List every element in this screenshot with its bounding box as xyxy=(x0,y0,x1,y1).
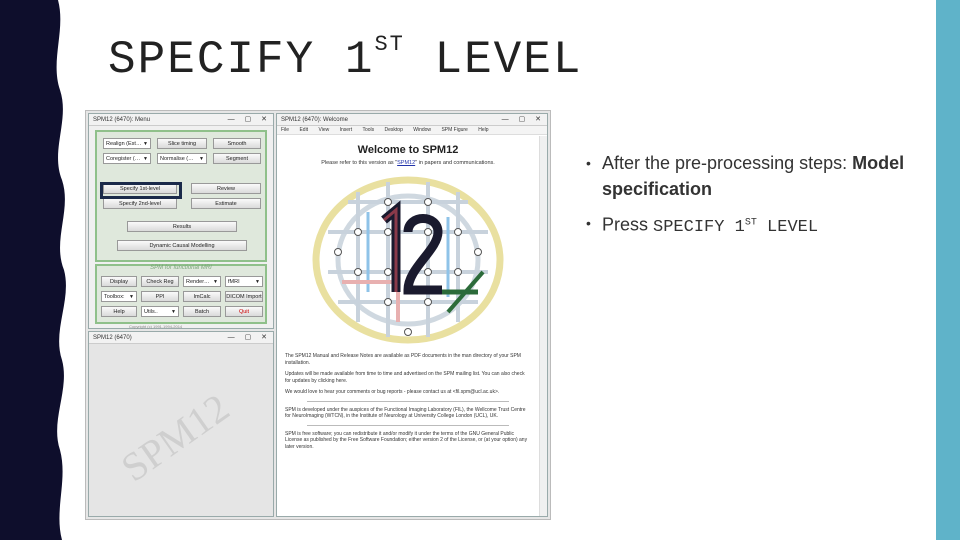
spm12-link[interactable]: SPM12 xyxy=(397,160,415,166)
batch-button[interactable]: Batch xyxy=(183,306,221,317)
spm-welcome-window: SPM12 (6470): Welcome — ▢ ✕ File Edit Vi… xyxy=(276,113,548,517)
modality-dropdown[interactable]: fMRI ▼ xyxy=(225,276,263,287)
quit-button[interactable]: Quit xyxy=(225,306,263,317)
check-reg-button[interactable]: Check Reg xyxy=(141,276,179,287)
imcalc-button[interactable]: ImCalc xyxy=(183,291,221,302)
coregister-dropdown[interactable]: Coregister (… ▼ xyxy=(103,153,151,164)
welcome-paragraph-manual: The SPM12 Manual and Release Notes are a… xyxy=(285,353,521,366)
window-controls-icon[interactable]: — ▢ ✕ xyxy=(228,114,271,125)
welcome-content: Welcome to SPM12 Please refer to this ve… xyxy=(277,136,539,516)
graphics-window-titlebar: SPM12 (6470) — ▢ ✕ xyxy=(89,332,273,344)
window-controls-icon[interactable]: — ▢ ✕ xyxy=(502,114,545,125)
spm-screenshot: SPM12 (6470): Menu — ▢ ✕ Realign (Est… ▼ … xyxy=(85,110,551,520)
spm12-brain-logo-icon xyxy=(312,176,504,344)
bullet-dot-icon: • xyxy=(586,155,591,171)
menu-edit[interactable]: Edit xyxy=(299,127,308,133)
copyright-footer: Copyright (c) 1991,1994-2014 xyxy=(129,324,183,329)
bullet-list: • After the pre-processing steps: Model … xyxy=(586,150,916,249)
realign-dropdown[interactable]: Realign (Est… ▼ xyxy=(103,138,151,149)
specify-1st-level-highlight xyxy=(100,182,182,199)
segment-button[interactable]: Segment xyxy=(213,153,261,164)
menu-desktop[interactable]: Desktop xyxy=(385,127,403,133)
bullet-dot-icon: • xyxy=(586,215,591,231)
bullet-item: • Press SPECIFY 1ST LEVEL xyxy=(586,210,916,241)
slide-title: SPECIFY 1ST LEVEL xyxy=(108,31,583,86)
welcome-paragraph-license: SPM is free software; you can redistribu… xyxy=(285,430,528,450)
dicom-import-button[interactable]: DICOM Import xyxy=(225,291,263,302)
dynamic-causal-modelling-button[interactable]: Dynamic Causal Modelling xyxy=(117,240,247,251)
ppi-button[interactable]: PPI xyxy=(141,291,179,302)
right-accent-bar xyxy=(936,0,960,540)
divider xyxy=(307,424,509,426)
specify-2nd-level-button[interactable]: Specify 2nd-level xyxy=(103,198,177,209)
graphics-canvas: SPM12 xyxy=(89,344,273,516)
menu-window[interactable]: Window xyxy=(413,127,431,133)
welcome-heading: Welcome to SPM12 xyxy=(357,144,459,156)
menu-spm-figure[interactable]: SPM Figure xyxy=(441,127,467,133)
results-button[interactable]: Results xyxy=(127,221,237,232)
divider xyxy=(307,400,509,402)
render-dropdown[interactable]: Render… ▼ xyxy=(183,276,221,287)
menu-view[interactable]: View xyxy=(318,127,329,133)
welcome-paragraph-updates: Updates will be made available from time… xyxy=(285,371,525,384)
utilities-panel: SPM for functional MRI Display Check Reg… xyxy=(95,264,267,324)
menu-file[interactable]: File xyxy=(281,127,289,133)
welcome-scrollbar[interactable] xyxy=(539,136,547,516)
estimate-button[interactable]: Estimate xyxy=(191,198,261,209)
help-button[interactable]: Help xyxy=(101,306,137,317)
utils-dropdown[interactable]: Utils.. ▼ xyxy=(141,306,179,317)
window-controls-icon[interactable]: — ▢ ✕ xyxy=(228,332,271,343)
menu-window-titlebar: SPM12 (6470): Menu — ▢ ✕ xyxy=(89,114,273,126)
welcome-menubar: File Edit View Insert Tools Desktop Wind… xyxy=(277,126,547,135)
toolbox-dropdown[interactable]: Toolbox: ▼ xyxy=(101,291,137,302)
bullet-item: • After the pre-processing steps: Model … xyxy=(586,150,916,202)
welcome-subtitle: Please refer to this version as "SPM12" … xyxy=(321,160,495,166)
left-decorative-band xyxy=(0,0,72,540)
welcome-paragraph-contact: We would love to hear your comments or b… xyxy=(285,389,500,395)
display-button[interactable]: Display xyxy=(101,276,137,287)
review-button[interactable]: Review xyxy=(191,183,261,194)
slice-timing-button[interactable]: Slice timing xyxy=(157,138,207,149)
menu-tools[interactable]: Tools xyxy=(362,127,374,133)
menu-help[interactable]: Help xyxy=(478,127,488,133)
fmri-label: SPM for functional MRI xyxy=(150,265,212,271)
spm-graphics-window: SPM12 (6470) — ▢ ✕ SPM12 xyxy=(88,331,274,517)
welcome-window-titlebar: SPM12 (6470): Welcome — ▢ ✕ xyxy=(277,114,547,126)
smooth-button[interactable]: Smooth xyxy=(213,138,261,149)
normalise-dropdown[interactable]: Normalise (… ▼ xyxy=(157,153,207,164)
menu-insert[interactable]: Insert xyxy=(340,127,353,133)
spm12-watermark: SPM12 xyxy=(112,384,238,491)
spm-menu-window: SPM12 (6470): Menu — ▢ ✕ Realign (Est… ▼ … xyxy=(88,113,274,329)
welcome-paragraph-developers: SPM is developed under the auspices of t… xyxy=(285,406,526,420)
